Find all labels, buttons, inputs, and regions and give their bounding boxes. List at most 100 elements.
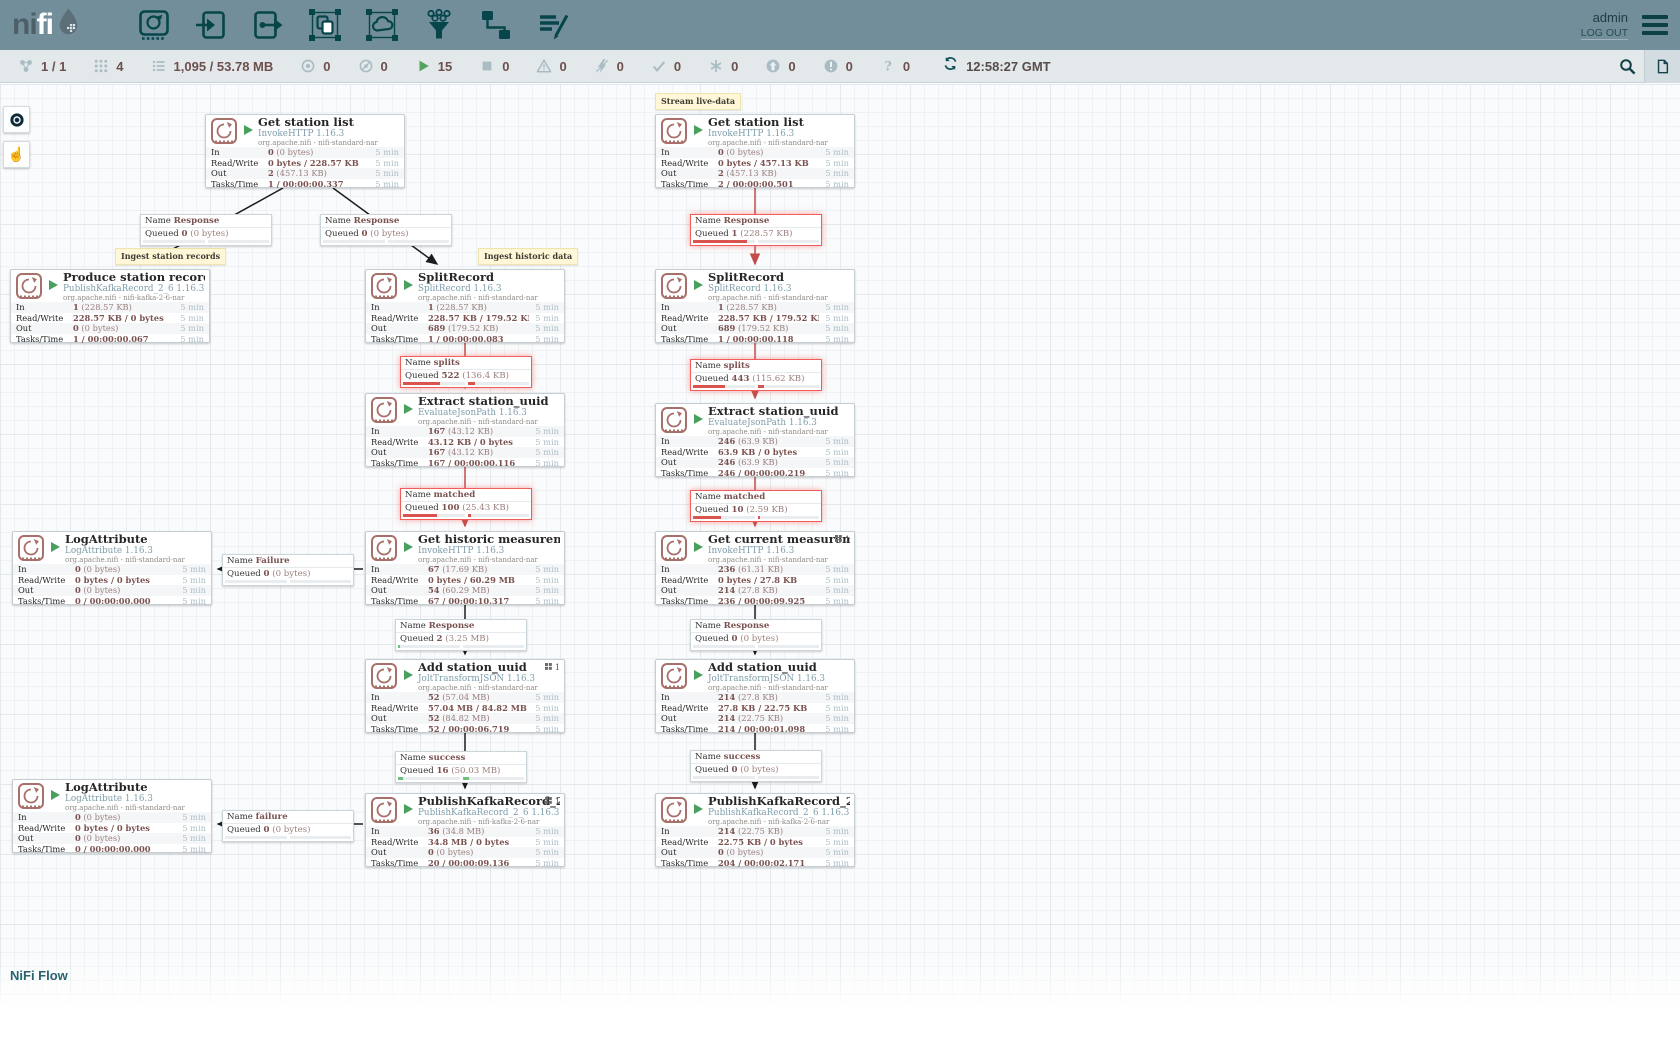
processor-name: Extract station_uuid [708,405,850,418]
stat-window: 5 min [375,168,399,178]
running-status-icon [694,670,703,680]
connection-label-q-splits-live[interactable]: Name splits Queued 443 (115.62 KB) [690,359,822,391]
canvas-label-ingest-station-records[interactable]: Ingest station records [115,248,226,265]
stat-label: Tasks/Time [18,844,75,854]
backpressure-bars [691,644,821,650]
running-status-icon [694,542,703,552]
queued-count: Queued 522 (136.4 KB) [401,369,531,381]
status-transmitting: 0 [300,58,330,74]
refresh-icon[interactable] [943,56,958,76]
connection-label-q-response-live[interactable]: Name Response Queued 0 (0 bytes) [690,619,822,651]
stat-row: Tasks/Time 246 / 00:00:00.219 5 min [656,468,854,479]
template-icon[interactable] [479,8,513,42]
stat-label: Read/Write [661,447,718,457]
connection-label-q-matched-historic[interactable]: Name matched Queued 100 (25.43 KB) [400,488,532,520]
stat-window: 5 min [535,703,559,713]
stat-row: Tasks/Time 236 / 00:00:09.925 5 min [656,596,854,607]
processor-log-attribute-2[interactable]: LogAttribute LogAttribute 1.16.3 org.apa… [12,779,212,853]
search-button[interactable] [1610,50,1644,83]
status-count: 15 [438,59,452,74]
logout-link[interactable]: LOG OUT [1581,27,1628,40]
stat-label: Read/Write [661,313,718,323]
stat-row: Out 0 (0 bytes) 5 min [656,847,854,858]
processor-add-station-uuid-historic[interactable]: Add station_uuid JoltTransformJSON 1.16.… [365,659,565,733]
processor-publish-kafka-historic[interactable]: PublishKafkaRecord_2_6 PublishKafkaRecor… [365,793,565,867]
stat-label: In [661,147,718,157]
stat-value: 214 (27.8 KB) [718,692,819,702]
stat-value: 246 / 00:00:00.219 [718,468,819,478]
remote-process-group-icon[interactable] [365,8,399,42]
connection-label-q-response-historic[interactable]: Name Response Queued 2 (3.25 MB) [395,619,527,651]
processor-produce-station-records[interactable]: Produce station records PublishKafkaReco… [10,269,210,343]
stat-row: Tasks/Time 1 / 00:00:00.118 5 min [656,334,854,345]
relationship-name: Name splits [401,357,531,369]
stat-label: In [16,302,73,312]
stat-row: In 0 (0 bytes) 5 min [656,147,854,158]
stat-value: 689 (179.52 KB) [428,323,529,333]
funnel-icon[interactable] [422,8,456,42]
processor-add-station-uuid-live[interactable]: Add station_uuid JoltTransformJSON 1.16.… [655,659,855,733]
stat-label: Out [211,168,268,178]
processor-name: Add station_uuid [708,661,850,674]
stat-label: In [18,812,75,822]
input-port-icon[interactable] [194,8,228,42]
connection-label-q-response-to-split-live[interactable]: Name Response Queued 1 (228.57 KB) [690,214,822,246]
navigate-palette-toggle[interactable] [3,106,30,133]
processor-log-attribute-1[interactable]: LogAttribute LogAttribute 1.16.3 org.apa… [12,531,212,605]
processor-icon[interactable] [137,8,171,42]
canvas-label-ingest-historic-data[interactable]: Ingest historic data [478,248,578,265]
canvas-label-stream-live-data[interactable]: Stream live-data [655,93,741,110]
processor-get-station-list-live[interactable]: Get station list InvokeHTTP 1.16.3 org.a… [655,114,855,188]
connection-label-q-success-historic[interactable]: Name success Queued 16 (50.03 MB) [395,751,527,783]
stat-label: In [18,564,75,574]
processor-type: PublishKafkaRecord_2_6 1.16.3 [708,808,850,818]
processor-name: SplitRecord [418,271,560,284]
stat-row: Read/Write 27.8 KB / 22.75 KB 5 min [656,703,854,714]
stat-label: In [371,826,428,836]
running-status-icon [51,790,60,800]
stat-row: Read/Write 228.57 KB / 179.52 KB 5 min [366,313,564,324]
processor-extract-station-uuid-live[interactable]: Extract station_uuid EvaluateJsonPath 1.… [655,403,855,477]
processor-type: PublishKafkaRecord_2_6 1.16.3 [418,808,560,818]
status-count: 0 [903,59,910,74]
stat-window: 5 min [535,724,559,734]
processor-splitrecord-historic[interactable]: SplitRecord SplitRecord 1.16.3 org.apach… [365,269,565,343]
stat-row: Out 2 (457.13 KB) 5 min [656,168,854,179]
backpressure-bars [401,381,531,387]
label-icon[interactable] [536,8,570,42]
stat-value: 63.9 KB / 0 bytes [718,447,819,457]
processor-get-historic-measurements[interactable]: Get historic measurements InvokeHTTP 1.1… [365,531,565,605]
stat-label: In [661,436,718,446]
output-port-icon[interactable] [251,8,285,42]
flow-canvas[interactable]: ☝ NiFi Flow Stream live-data Ingest stati… [0,84,1680,1050]
connection-label-q-success-live[interactable]: Name success Queued 0 (0 bytes) [690,750,822,782]
stat-window: 5 min [535,858,559,868]
connection-label-q-response-to-produce[interactable]: Name Response Queued 0 (0 bytes) [140,214,272,246]
stat-label: Out [18,585,75,595]
processor-splitrecord-live[interactable]: SplitRecord SplitRecord 1.16.3 org.apach… [655,269,855,343]
global-menu-button[interactable] [1642,15,1668,35]
connection-label-q-splits-historic[interactable]: Name splits Queued 522 (136.4 KB) [400,356,532,388]
connection-label-q-matched-live[interactable]: Name matched Queued 10 (2.59 KB) [690,490,822,522]
up-to-date-icon [651,58,667,74]
processor-type: InvokeHTTP 1.16.3 [708,129,850,139]
process-group-icon[interactable] [308,8,342,42]
breadcrumb[interactable]: NiFi Flow [10,968,68,983]
processor-get-station-list-historic[interactable]: Get station list InvokeHTTP 1.16.3 org.a… [205,114,405,188]
backpressure-bars [691,515,821,521]
connection-label-q-failure-historic[interactable]: Name Failure Queued 0 (0 bytes) [222,554,354,586]
connection-label-q-failure-publish[interactable]: Name failure Queued 0 (0 bytes) [222,810,354,842]
stat-label: Tasks/Time [211,179,268,189]
connection-label-q-response-to-split-historic[interactable]: Name Response Queued 0 (0 bytes) [320,214,452,246]
stat-label: In [371,426,428,436]
processor-extract-station-uuid-historic[interactable]: Extract station_uuid EvaluateJsonPath 1.… [365,393,565,467]
processor-get-current-measurement[interactable]: Get current measurement InvokeHTTP 1.16.… [655,531,855,605]
stat-window: 5 min [825,585,849,595]
stat-window: 5 min [535,426,559,436]
processor-publish-kafka-live[interactable]: PublishKafkaRecord_2_6 PublishKafkaRecor… [655,793,855,867]
bulletin-panel-button[interactable] [1644,50,1680,83]
hand-pointer-icon: ☝ [8,146,25,163]
stat-window: 5 min [825,858,849,868]
stat-value: 0 (0 bytes) [75,585,176,595]
operate-palette-toggle[interactable]: ☝ [3,141,30,168]
